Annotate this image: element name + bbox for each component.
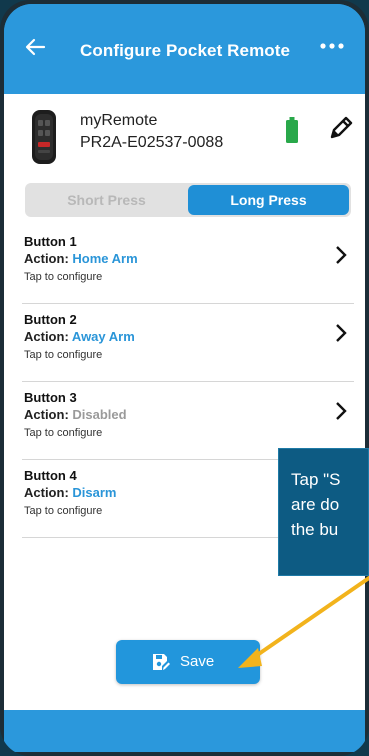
back-arrow-graphic: [25, 38, 46, 56]
button-action: Action: Disarm: [24, 485, 116, 500]
list-item-button-1[interactable]: Button 1 Action: Home Arm Tap to configu…: [22, 226, 354, 304]
button-name: Button 1: [24, 234, 77, 249]
action-label: Action:: [24, 485, 69, 500]
button-action: Action: Away Arm: [24, 329, 135, 344]
list-item-button-2[interactable]: Button 2 Action: Away Arm Tap to configu…: [22, 304, 354, 382]
chevron-right-icon: [336, 246, 347, 264]
action-label: Action:: [24, 251, 69, 266]
bottom-bar: [4, 710, 365, 752]
pencil-icon[interactable]: [327, 114, 355, 142]
action-value: Disabled: [72, 407, 127, 422]
action-value: Disarm: [72, 485, 117, 500]
battery-full-icon: [286, 117, 298, 143]
device-name: myRemote: [80, 112, 158, 129]
chevron-right-icon: [336, 324, 347, 342]
tooltip-line: are do: [291, 495, 340, 514]
more-dots-graphic: [320, 43, 344, 49]
action-value: Home Arm: [72, 251, 138, 266]
app-header: Configure Pocket Remote: [4, 4, 365, 96]
tooltip-line: Tap "S: [291, 470, 341, 489]
more-horizontal-icon[interactable]: [319, 34, 345, 57]
save-button[interactable]: Save: [116, 640, 260, 684]
tooltip-callout: Tap "S are do the bu: [278, 448, 369, 576]
button-name: Button 3: [24, 390, 77, 405]
configure-hint: Tap to configure: [24, 271, 103, 283]
arrow-left-icon[interactable]: [24, 36, 52, 64]
device-serial: PR2A-E02537-0088: [80, 134, 224, 151]
configure-hint: Tap to configure: [24, 505, 103, 517]
main-content: myRemote PR2A-E02537-0088 Short Press Lo…: [4, 94, 365, 710]
action-label: Action:: [24, 407, 69, 422]
action-value: Away Arm: [71, 329, 135, 344]
configure-hint: Tap to configure: [24, 427, 103, 439]
tooltip-text: Tap "S are do the bu: [291, 467, 368, 542]
configure-hint: Tap to configure: [24, 349, 103, 361]
chevron-right-icon: [336, 402, 347, 420]
button-name: Button 2: [24, 312, 77, 327]
press-mode-toggle: Short Press Long Press: [25, 183, 351, 217]
tab-long-press[interactable]: Long Press: [188, 185, 349, 215]
page-title: Configure Pocket Remote: [80, 41, 291, 60]
button-name: Button 4: [24, 468, 77, 483]
action-label: Action:: [24, 329, 69, 344]
tooltip-line: the bu: [291, 520, 339, 539]
button-action: Action: Disabled: [24, 407, 127, 422]
save-label: Save: [180, 653, 215, 670]
tab-short-press[interactable]: Short Press: [25, 183, 188, 217]
button-action: Action: Home Arm: [24, 251, 138, 266]
save-edit-icon: [153, 654, 170, 670]
remote-device-icon: [32, 110, 56, 164]
